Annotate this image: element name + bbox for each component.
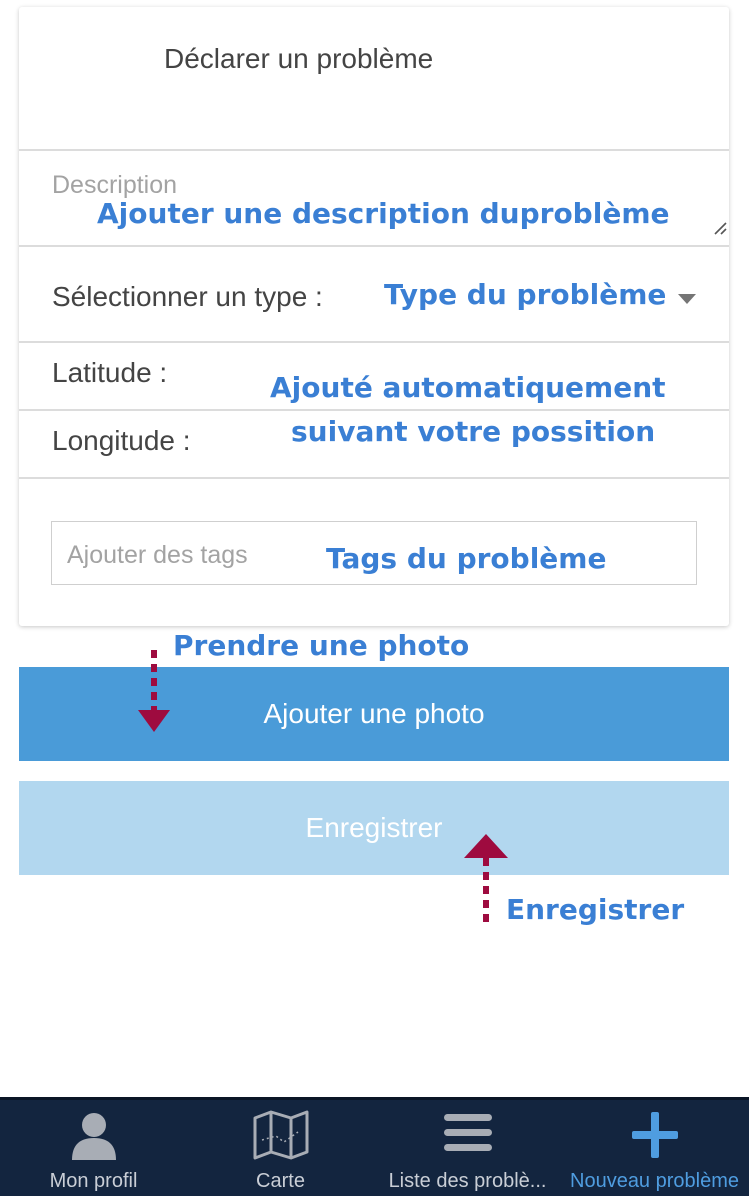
tab-profile[interactable]: Mon profil <box>0 1100 187 1196</box>
tab-map[interactable]: Carte <box>187 1100 374 1196</box>
divider <box>19 409 729 411</box>
annotation-description: Ajouter une description duproblème <box>97 197 670 230</box>
tab-new-problem[interactable]: Nouveau problème <box>561 1100 748 1196</box>
form-title: Déclarer un problème <box>164 43 434 74</box>
resize-handle-icon[interactable] <box>713 221 727 235</box>
annotation-position-line2: suivant votre possition <box>291 415 656 448</box>
user-icon <box>71 1113 116 1160</box>
annotation-tags: Tags du problème <box>326 542 607 575</box>
tab-list-label: Liste des problè... <box>388 1170 547 1192</box>
tab-new-problem-label: Nouveau problème <box>570 1170 739 1192</box>
annotation-save: Enregistrer <box>506 893 685 926</box>
map-icon <box>253 1110 308 1160</box>
longitude-label: Longitude : <box>52 425 191 456</box>
tab-list[interactable]: Liste des problè... <box>374 1100 561 1196</box>
description-placeholder: Description <box>52 171 178 199</box>
tab-map-label: Carte <box>256 1170 305 1192</box>
divider <box>19 477 729 479</box>
divider <box>19 341 729 343</box>
arrow-up-icon <box>464 834 508 922</box>
plus-icon <box>631 1112 678 1158</box>
type-label: Sélectionner un type : <box>52 281 323 312</box>
tags-placeholder: Ajouter des tags <box>67 541 248 569</box>
add-photo-button[interactable]: Ajouter une photo <box>19 667 729 761</box>
problem-form-card: Déclarer un problème Description Sélecti… <box>19 7 729 626</box>
annotation-photo: Prendre une photo <box>173 629 470 662</box>
chevron-down-icon <box>678 294 696 304</box>
latitude-label: Latitude : <box>52 357 168 388</box>
save-button[interactable]: Enregistrer <box>19 781 729 875</box>
tab-profile-label: Mon profil <box>49 1170 138 1192</box>
annotation-type: Type du problème <box>384 278 667 311</box>
arrow-down-icon <box>138 650 170 732</box>
annotation-position-line1: Ajouté automatiquement <box>270 371 666 404</box>
list-icon <box>443 1114 492 1151</box>
tab-bar: Mon profil Carte Liste des problè... Nou… <box>0 1097 749 1196</box>
